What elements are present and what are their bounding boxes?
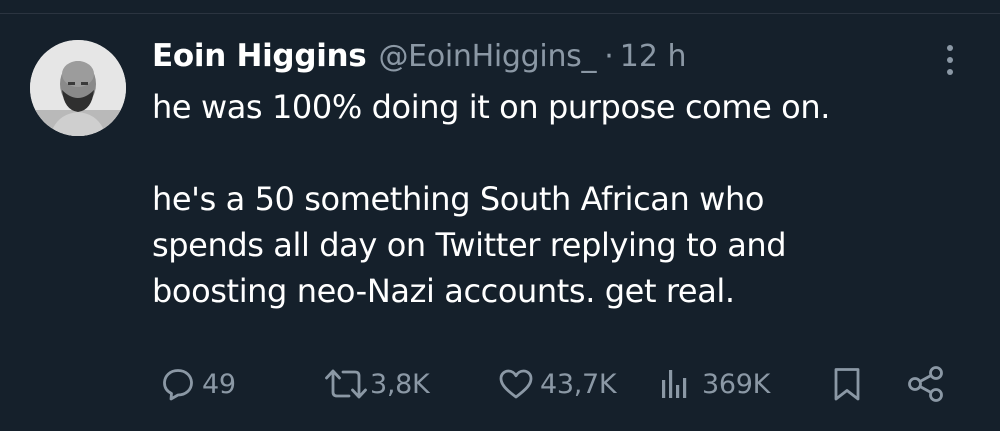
- timestamp[interactable]: 12 h: [620, 39, 687, 74]
- share-button[interactable]: [906, 364, 946, 404]
- avatar-image: [30, 40, 126, 136]
- views-button[interactable]: 369K: [658, 364, 770, 404]
- tweet-body: Eoin Higgins @EoinHiggins_ · 12 h he was…: [152, 38, 952, 314]
- like-icon: [499, 369, 533, 399]
- tweet-paragraph: he was 100% doing it on purpose come on.: [152, 88, 831, 126]
- views-icon: [662, 370, 687, 398]
- tweet-text: he was 100% doing it on purpose come on.…: [152, 84, 952, 314]
- bookmark-icon: [834, 368, 860, 401]
- top-divider: [0, 0, 1000, 14]
- author-handle[interactable]: @EoinHiggins_: [378, 39, 596, 74]
- reply-icon: [163, 369, 193, 401]
- views-count: 369K: [702, 368, 771, 400]
- action-bar: 49 3,8K 43,7K 369K: [0, 364, 1000, 404]
- like-button[interactable]: 43,7K: [498, 364, 617, 404]
- like-count: 43,7K: [540, 368, 617, 400]
- reply-count: 49: [202, 368, 236, 400]
- tweet-paragraph: he's a 50 something South African who sp…: [152, 180, 787, 310]
- repost-button[interactable]: 3,8K: [324, 364, 430, 404]
- reply-button[interactable]: 49: [160, 364, 236, 404]
- repost-icon: [325, 369, 367, 399]
- avatar[interactable]: [30, 40, 126, 136]
- more-icon: [947, 45, 953, 75]
- share-icon: [908, 366, 943, 402]
- tweet-header: Eoin Higgins @EoinHiggins_ · 12 h: [152, 38, 952, 80]
- bookmark-button[interactable]: [830, 364, 864, 404]
- author-name[interactable]: Eoin Higgins: [152, 38, 367, 74]
- repost-count: 3,8K: [370, 368, 430, 400]
- more-options-button[interactable]: [936, 42, 964, 78]
- separator-dot: ·: [604, 39, 614, 74]
